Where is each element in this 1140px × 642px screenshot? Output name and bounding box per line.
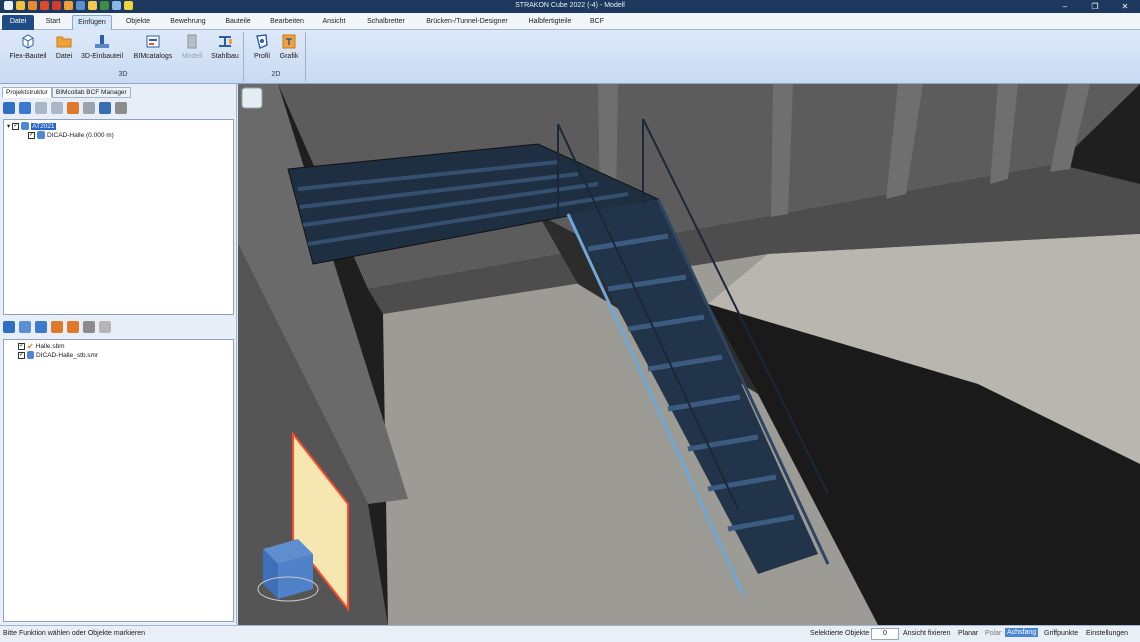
grafik-label: Grafik — [279, 53, 299, 60]
tab-schalbretter[interactable]: Schalbretter — [360, 15, 412, 30]
fix-view-toggle[interactable]: Ansicht fixieren — [903, 630, 950, 637]
ribbon-tabs: Datei Start Einfügen Objekte Bewehrung B… — [0, 13, 1140, 30]
tab-bauteile[interactable]: Bauteile — [218, 15, 258, 30]
file-tree: ✓ ✔ Halle.sbm ✓ DICAD-Halle_stb.smr — [3, 339, 234, 622]
home-icon[interactable] — [19, 102, 31, 114]
home-up-icon[interactable] — [51, 102, 63, 114]
stahlbau-label: Stahlbau — [211, 53, 239, 60]
tab-objekte[interactable]: Objekte — [118, 15, 158, 30]
profil-button[interactable]: Profil — [250, 33, 274, 67]
window-title: STRAKON Cube 2022 (-4) - Modell — [515, 2, 625, 9]
unlink-icon[interactable] — [99, 321, 111, 333]
user-icon[interactable] — [83, 321, 95, 333]
minimize-icon[interactable]: – — [1050, 0, 1080, 13]
file-item-halle-sbm[interactable]: ✓ ✔ Halle.sbm — [18, 342, 65, 351]
tab-bimcollab-bcf-manager[interactable]: BIMcollab BCF Manager — [51, 87, 131, 98]
3d-einbauteil-label: 3D-Einbauteil — [80, 53, 124, 60]
modell-button[interactable]: Modell — [178, 33, 206, 67]
status-prompt: Bitte Funktion wählen oder Objekte marki… — [3, 630, 146, 637]
share-icon[interactable] — [67, 321, 79, 333]
group-label-3d: 3D — [118, 71, 128, 78]
model-icon — [187, 34, 197, 49]
ribbon: Flex-Bauteil Datei 3D-Einbauteil BIMcata… — [0, 30, 1140, 84]
tab-halbfertigteile[interactable]: Halbfertigteile — [522, 15, 578, 30]
axis-snap-toggle[interactable]: Achsfang — [1005, 628, 1039, 637]
bimcatalogs-label: BIMcatalogs — [133, 53, 173, 60]
tab-bewehrung[interactable]: Bewehrung — [164, 15, 212, 30]
tab-projektstruktur[interactable]: Projektstruktur — [2, 87, 52, 98]
file-halle-sbm-label: Halle.sbm — [35, 343, 65, 350]
tree-halle-label: DICAD-Halle (0.000 m) — [47, 131, 114, 139]
project-toolbar — [3, 102, 127, 114]
title-bar: STRAKON Cube 2022 (-4) - Modell – ❐ ✕ — [0, 0, 1140, 13]
import-icon[interactable] — [51, 321, 63, 333]
datei-button[interactable]: Datei — [52, 33, 76, 67]
status-bar: Bitte Funktion wählen oder Objekte marki… — [0, 625, 1140, 642]
group-label-2d: 2D — [271, 71, 281, 78]
profile-icon — [256, 34, 268, 49]
steel-profile-icon — [219, 36, 232, 47]
folder-icon — [56, 36, 72, 48]
checkmark-icon: ✔ — [27, 342, 34, 351]
selected-objects-count: 0 — [871, 628, 899, 640]
tab-datei[interactable]: Datei — [2, 15, 34, 30]
flex-component-icon — [22, 34, 34, 49]
checkbox-halle-sbm[interactable]: ✓ — [18, 343, 25, 350]
graphic-icon — [282, 34, 296, 49]
3d-einbauteil-button[interactable]: 3D-Einbauteil — [78, 33, 126, 67]
close-icon[interactable]: ✕ — [1110, 0, 1140, 13]
tree-node-halle[interactable]: ✓ DICAD-Halle (0.000 m) — [28, 131, 114, 139]
file-item-dicad-smr[interactable]: ✓ DICAD-Halle_stb.smr — [18, 351, 98, 359]
3d-scene[interactable] — [238, 84, 1140, 625]
bim-catalog-icon — [146, 35, 160, 48]
stahlbau-button[interactable]: Stahlbau — [208, 33, 242, 67]
sync-icon[interactable] — [35, 321, 47, 333]
add-model-icon[interactable] — [3, 321, 15, 333]
window-controls: – ❐ ✕ — [1050, 0, 1140, 13]
layers-icon[interactable] — [99, 102, 111, 114]
delete-icon[interactable] — [83, 102, 95, 114]
planar-toggle[interactable]: Planar — [958, 630, 978, 637]
panel-tabs: Projektstruktur BIMcollab BCF Manager — [2, 87, 131, 98]
up-icon[interactable] — [35, 102, 47, 114]
datei-label: Datei — [55, 53, 73, 60]
document-icon — [27, 351, 34, 359]
left-panel: Projektstruktur BIMcollab BCF Manager ▾ … — [0, 84, 237, 625]
storage-icon[interactable] — [115, 102, 127, 114]
tab-start[interactable]: Start — [38, 15, 68, 30]
grips-toggle[interactable]: Griffpunkte — [1044, 630, 1078, 637]
camera-icon[interactable] — [241, 87, 263, 109]
restore-icon[interactable]: ❐ — [1080, 0, 1110, 13]
project-icon — [21, 122, 30, 130]
checkbox-halle[interactable]: ✓ — [28, 131, 35, 139]
file-toolbar — [3, 321, 111, 333]
file-dicad-smr-label: DICAD-Halle_stb.smr — [36, 351, 99, 359]
flex-bauteil-label: Flex-Bauteil — [9, 53, 47, 60]
project-tree: ▾ ✓ AT2021 ✓ DICAD-Halle (0.000 m) — [3, 119, 234, 315]
tab-bearbeiten[interactable]: Bearbeiten — [263, 15, 311, 30]
bimcatalogs-button[interactable]: BIMcatalogs — [130, 33, 176, 67]
checkbox-root[interactable]: ✓ — [12, 122, 20, 130]
tab-ansicht[interactable]: Ansicht — [316, 15, 352, 30]
collapse-icon[interactable]: ▾ — [7, 122, 10, 130]
tab-einfuegen[interactable]: Einfügen — [72, 15, 112, 30]
tab-bcf[interactable]: BCF — [586, 15, 608, 30]
settings-button[interactable]: Einstellungen — [1086, 630, 1128, 637]
polar-toggle[interactable]: Polar — [985, 630, 1001, 637]
tree-root-label: AT2021 — [31, 122, 56, 130]
flex-bauteil-button[interactable]: Flex-Bauteil — [6, 33, 50, 67]
3d-viewport[interactable] — [238, 84, 1140, 625]
tree-node-root[interactable]: ▾ ✓ AT2021 — [7, 122, 56, 130]
building-icon — [37, 131, 45, 139]
grafik-button[interactable]: Grafik — [276, 33, 302, 67]
embedded-part-icon — [95, 35, 109, 48]
modell-label: Modell — [181, 53, 203, 60]
edit-icon[interactable] — [67, 102, 79, 114]
profil-label: Profil — [254, 53, 270, 60]
structure-icon[interactable] — [3, 102, 15, 114]
tab-bruecken-tunnel-designer[interactable]: Brücken-/Tunnel-Designer — [418, 15, 516, 30]
checkbox-dicad-smr[interactable]: ✓ — [18, 351, 25, 359]
ifc-icon[interactable] — [19, 321, 31, 333]
selected-objects-label: Selektierte Objekte — [810, 630, 870, 637]
